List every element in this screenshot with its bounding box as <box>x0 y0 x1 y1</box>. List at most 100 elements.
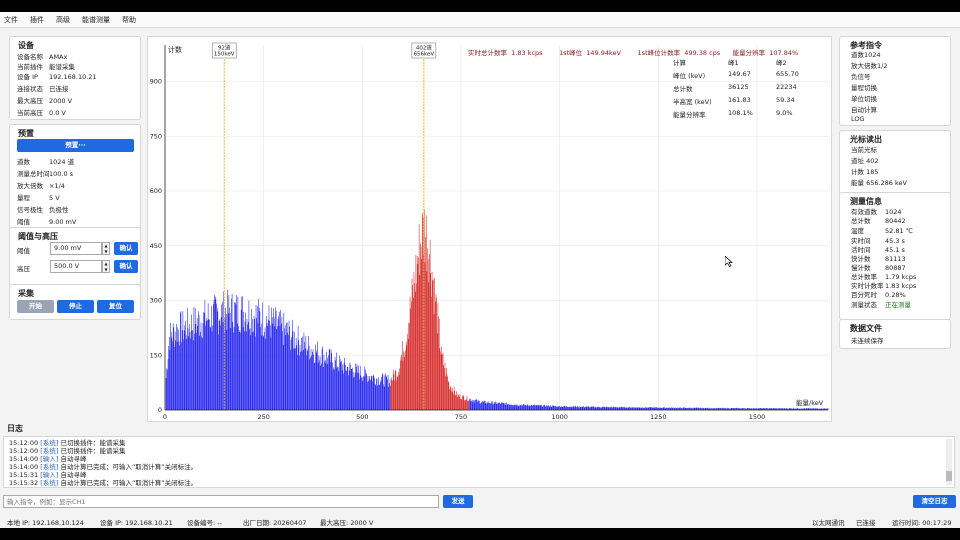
spectrum-bar <box>227 289 228 410</box>
spectrum-bar <box>567 406 568 410</box>
spectrum-bar <box>581 406 582 410</box>
spectrum-bar <box>366 374 367 410</box>
spectrum-bar <box>247 321 249 410</box>
spectrum-bar <box>222 322 224 410</box>
spectrum-bar <box>550 405 551 410</box>
spectrum-bar <box>569 407 570 410</box>
threshold-input[interactable]: 9.00 mV <box>50 242 102 255</box>
hv-input[interactable]: 500.0 V <box>50 260 102 273</box>
log-line: 15:14:00 [系统] 自动计算已完成；可输入“取消计算”关闭标注。 <box>9 463 198 471</box>
spectrum-bar <box>586 406 588 410</box>
spectrum-bar <box>387 379 388 410</box>
preset-button[interactable]: 预置··· <box>17 139 134 152</box>
spectrum-bar <box>351 369 353 410</box>
spectrum-bar <box>564 406 566 410</box>
spectrum-bar <box>446 374 448 410</box>
spectrum-bar <box>506 402 507 410</box>
command-input[interactable] <box>3 495 439 508</box>
y-tick-label: 750 <box>150 132 162 140</box>
menu-advanced[interactable]: 高级 <box>56 15 70 25</box>
menu-spectrum[interactable]: 能谱测量 <box>82 15 110 25</box>
spectrum-bar <box>433 314 435 410</box>
preset-row: 测量总时间100.0 s <box>17 170 74 178</box>
spectrum-bar <box>290 339 292 410</box>
spectrum-bar <box>535 405 536 410</box>
spectrum-bar <box>568 407 569 410</box>
spectrum-bar <box>179 345 180 410</box>
ref-cmd-item[interactable]: 放大倍数1/2 <box>851 60 887 70</box>
spectrum-bar <box>528 405 529 410</box>
menu-help[interactable]: 帮助 <box>122 15 136 25</box>
ref-cmd-item[interactable]: 自动计算 <box>851 104 877 114</box>
reset-button[interactable]: 复位 <box>97 300 134 313</box>
spectrum-bar <box>561 407 563 410</box>
spectrum-bar <box>178 329 179 410</box>
ref-cmd-item[interactable]: LOG <box>851 115 865 123</box>
spectrum-bar <box>651 407 652 410</box>
device-row: 当前高压 0.0 V <box>17 109 66 117</box>
spectrum-bar <box>391 377 392 410</box>
spectrum-bar <box>430 273 432 410</box>
spectrum-bar <box>572 407 573 410</box>
spectrum-bar <box>527 405 529 410</box>
spectrum-bar <box>234 302 235 410</box>
hv-spinner[interactable]: ▲ ▼ <box>102 260 110 273</box>
spectrum-bar <box>453 394 454 410</box>
spectrum-bar <box>504 405 506 410</box>
spectrum-bar <box>501 402 502 410</box>
spectrum-bar <box>671 407 672 410</box>
ref-cmd-item[interactable]: 量程切换 <box>851 82 877 92</box>
spectrum-bar <box>516 404 518 410</box>
spectrum-bar <box>345 365 346 410</box>
ref-cmd-item[interactable]: 负信号 <box>851 71 871 81</box>
stop-button[interactable]: 停止 <box>57 300 94 313</box>
spectrum-bar <box>363 376 365 410</box>
spectrum-bar <box>220 325 221 410</box>
spectrum-bar <box>385 373 386 410</box>
ref-cmd-item[interactable]: 道数1024 <box>851 49 881 59</box>
spectrum-bar <box>398 374 400 410</box>
spectrum-bar <box>361 377 362 410</box>
spectrum-bar <box>486 403 487 410</box>
spectrum-bar <box>574 406 575 410</box>
spectrum-bar <box>517 405 519 410</box>
spectrum-bar <box>412 284 413 410</box>
spectrum-bar <box>607 406 608 410</box>
send-button[interactable]: 发送 <box>443 495 473 508</box>
log-area[interactable]: 15:12:00 [系统] 已切换插件：能谱采集 15:12:00 [系统] 已… <box>3 436 955 488</box>
spectrum-bar <box>401 354 402 410</box>
spectrum-bar <box>256 318 257 410</box>
menu-plugin[interactable]: 插件 <box>30 15 44 25</box>
spectrum-bar <box>383 384 384 410</box>
threshold-confirm-button[interactable]: 确认 <box>114 242 138 255</box>
spectrum-bar <box>320 365 322 410</box>
spectrum-bar <box>340 359 342 410</box>
clear-log-button[interactable]: 清空日志 <box>913 495 956 508</box>
spectrum-bar <box>536 404 538 410</box>
spectrum-bar <box>460 398 462 410</box>
spectrum-bar <box>266 316 267 410</box>
spectrum-bar <box>587 406 588 410</box>
start-button[interactable]: 开始 <box>17 300 54 313</box>
spectrum-bar <box>285 335 287 410</box>
spectrum-bar <box>497 403 498 410</box>
threshold-spinner[interactable]: ▲ ▼ <box>102 242 110 255</box>
spectrum-bar <box>442 354 443 410</box>
spectrum-bar <box>447 382 449 410</box>
spectrum-bar <box>546 406 548 410</box>
spectrum-bar <box>498 403 500 410</box>
spectrum-bar <box>588 406 589 410</box>
spectrum-bar <box>414 283 415 410</box>
ref-cmd-item[interactable]: 单位切换 <box>851 93 877 103</box>
menu-file[interactable]: 文件 <box>4 15 18 25</box>
hv-confirm-button[interactable]: 确认 <box>114 260 138 273</box>
measure-panel: 测量信息 有效道数 1024 总计数 80442 温度 52.81 ℃ 实时间 45.3… <box>839 192 951 320</box>
spectrum-chart[interactable]: 0 150 300 450 600 750 900 0 250 500 750 1000 1250 150… <box>148 37 831 421</box>
spectrum-bar <box>271 317 273 410</box>
spectrum-bar <box>295 338 297 410</box>
spectrum-bar <box>205 320 207 410</box>
spectrum-bar <box>434 277 435 410</box>
res-value: 107.84% <box>769 49 799 57</box>
spectrum-bar <box>205 325 206 410</box>
log-scrollbar[interactable] <box>946 439 952 485</box>
